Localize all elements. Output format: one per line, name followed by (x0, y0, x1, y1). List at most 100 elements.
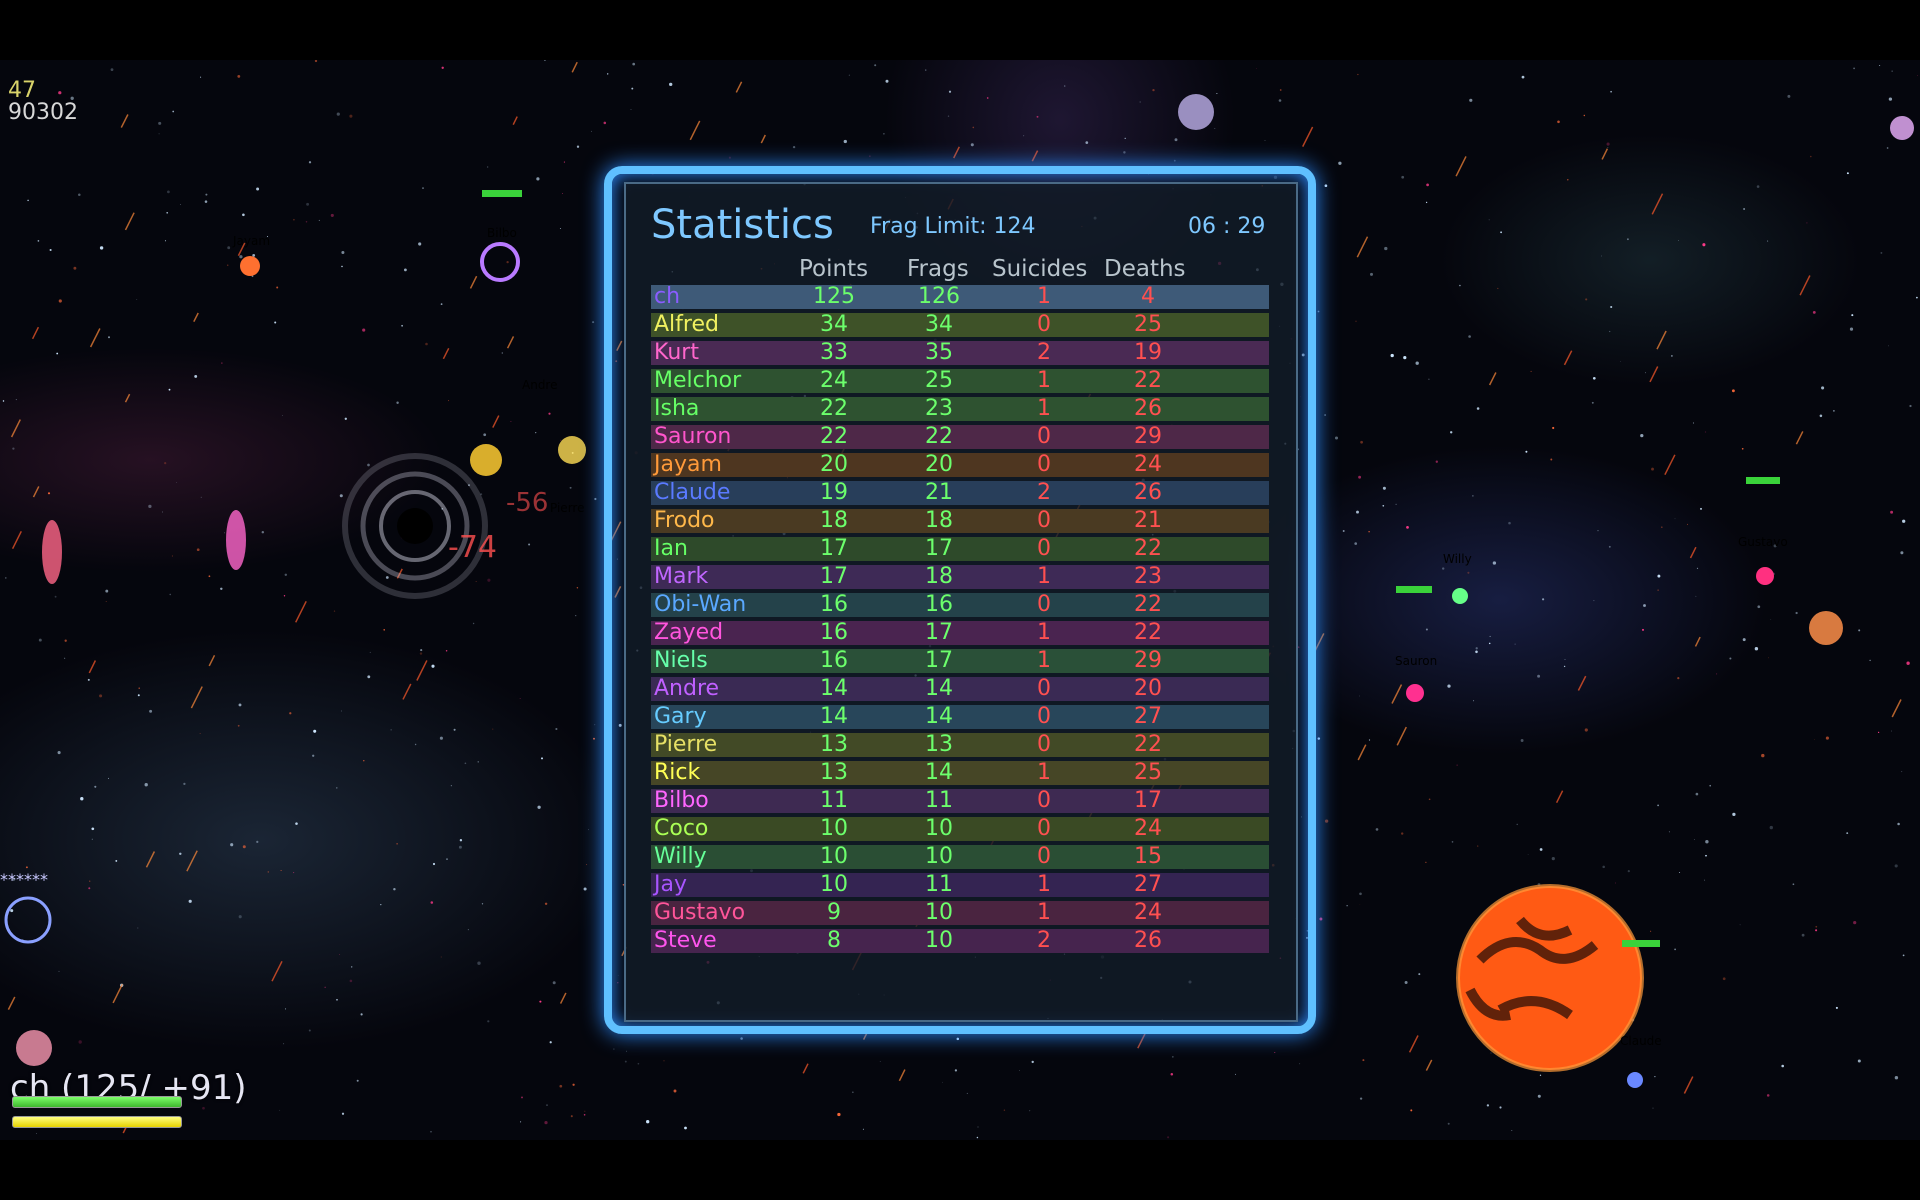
particle-streak (1799, 275, 1811, 296)
star (1705, 840, 1709, 844)
star (562, 193, 563, 194)
player-name: Frodo (654, 508, 715, 533)
star (1174, 138, 1178, 142)
player-deaths: 15 (1134, 844, 1162, 869)
star (238, 915, 242, 919)
table-row: Kurt 33 35 2 19 (651, 341, 1269, 365)
player-frags: 14 (925, 704, 953, 729)
star (1530, 370, 1532, 372)
particle-streak (1577, 675, 1587, 691)
star (1756, 185, 1760, 188)
star (230, 843, 234, 847)
star (535, 431, 537, 434)
star (1456, 764, 1458, 766)
particle-streak (112, 983, 124, 1004)
star (885, 79, 889, 83)
star (1368, 531, 1370, 533)
star (1671, 355, 1673, 357)
star (318, 219, 320, 221)
star (563, 161, 565, 163)
star (390, 729, 392, 731)
player-suicides: 0 (1037, 536, 1051, 561)
star (183, 782, 186, 786)
star (196, 548, 200, 552)
player-suicides: 1 (1037, 396, 1051, 421)
star (1615, 882, 1616, 884)
star (576, 587, 579, 589)
star (314, 60, 318, 63)
table-row: Jay 10 11 1 27 (651, 873, 1269, 897)
star (1716, 673, 1718, 675)
player-suicides: 0 (1037, 788, 1051, 813)
star (1425, 861, 1427, 863)
table-row: Bilbo 11 11 0 17 (651, 789, 1269, 813)
star (624, 1060, 627, 1063)
star (350, 966, 353, 968)
player-deaths: 21 (1134, 508, 1162, 533)
player-name: Coco (654, 816, 709, 841)
star (1900, 551, 1904, 555)
particle-streak (760, 134, 766, 144)
star (242, 213, 245, 217)
star (1583, 114, 1586, 117)
ship-label-gustavo: Gustavo (1738, 535, 1788, 549)
particle-streak (1689, 546, 1697, 559)
star (1640, 433, 1644, 438)
star (283, 595, 286, 597)
player-suicides: 1 (1037, 872, 1051, 897)
star (544, 1120, 548, 1125)
player-points: 14 (820, 676, 848, 701)
star (1743, 208, 1746, 210)
star (1657, 574, 1661, 578)
player-suicides: 0 (1037, 452, 1051, 477)
star (200, 76, 202, 78)
star (1299, 1063, 1301, 1065)
star (158, 121, 162, 125)
star (1888, 345, 1889, 347)
star (1537, 1094, 1541, 1098)
table-row: Andre 14 14 0 20 (651, 677, 1269, 701)
star (1563, 665, 1566, 668)
star (954, 1069, 958, 1072)
star (487, 1020, 490, 1023)
star (87, 678, 90, 681)
player-suicides: 0 (1037, 844, 1051, 869)
star (792, 145, 796, 149)
particle-streak (124, 212, 135, 231)
star (570, 1115, 573, 1118)
player-frags: 35 (925, 340, 953, 365)
star (295, 822, 298, 825)
star (404, 268, 407, 272)
particle-streak (31, 326, 40, 340)
star (313, 729, 317, 733)
star (1766, 1094, 1770, 1097)
star (1801, 933, 1805, 937)
ship-label-sauron: Sauron (1395, 654, 1438, 668)
star (283, 1043, 285, 1045)
star (519, 698, 521, 699)
asteroid-icon (16, 1030, 52, 1066)
star (1567, 179, 1569, 181)
star (1425, 628, 1428, 631)
player-frags: 23 (925, 396, 953, 421)
star (167, 190, 170, 194)
star (208, 575, 211, 578)
star (1550, 458, 1553, 461)
star (1731, 389, 1735, 393)
star (367, 675, 371, 679)
particle-streak (1356, 236, 1369, 258)
star (1858, 629, 1861, 632)
player-points: 9 (827, 900, 841, 925)
particle-streak (193, 312, 199, 323)
star (99, 246, 104, 250)
star (1877, 731, 1880, 734)
star (256, 840, 259, 844)
star (1031, 1060, 1034, 1064)
star (1418, 973, 1421, 976)
star (1610, 305, 1613, 309)
star (1173, 159, 1176, 162)
star (431, 664, 435, 668)
letterbox-top (0, 0, 1920, 60)
star (38, 638, 42, 642)
particle-streak (1649, 366, 1659, 383)
